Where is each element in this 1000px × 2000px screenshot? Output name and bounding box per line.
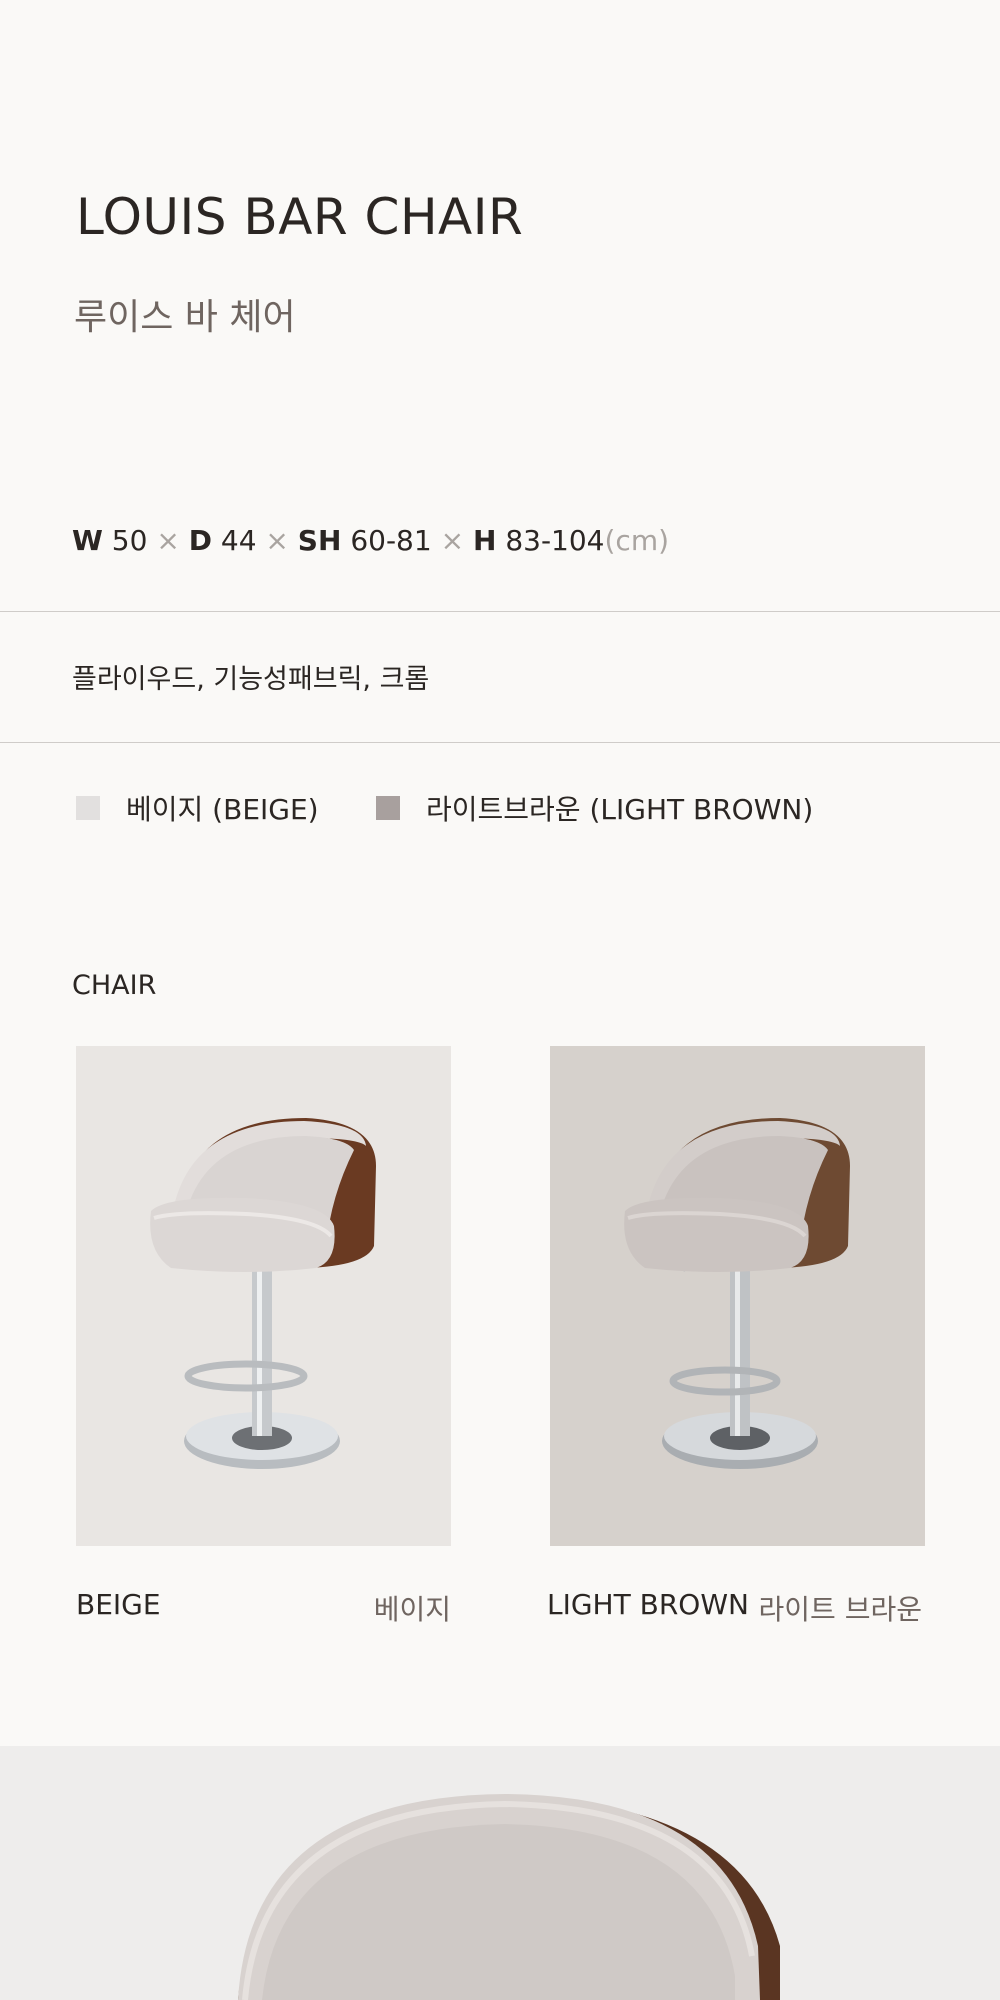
card-name: LIGHT BROWN xyxy=(547,1588,749,1621)
color-option-label: 베이지 (BEIGE) xyxy=(126,793,319,826)
light-brown-swatch xyxy=(376,796,400,820)
depth-label: D xyxy=(188,524,212,557)
seat-height-label: SH xyxy=(297,524,342,557)
beige-chair-photo xyxy=(76,1046,451,1546)
divider xyxy=(0,611,1000,612)
color-option-label: 라이트브라운 (LIGHT BROWN) xyxy=(426,793,814,826)
times-separator: × xyxy=(440,524,465,557)
color-option-light-brown: 라이트브라운 (LIGHT BROWN) xyxy=(376,790,813,826)
chair-backrest-closeup-photo-icon xyxy=(238,1794,780,2000)
materials-text: 플라이우드, 기능성패브릭, 크롬 xyxy=(72,664,430,695)
times-separator: × xyxy=(156,524,180,557)
beige-swatch xyxy=(76,796,100,820)
chair-closeup-section xyxy=(0,1746,1000,2000)
width-value: 50 xyxy=(111,524,148,557)
color-option-beige: 베이지 (BEIGE) xyxy=(76,790,319,826)
height-label: H xyxy=(472,524,497,557)
card-name-korean: 베이지 xyxy=(373,1593,451,1626)
times-separator: × xyxy=(265,524,289,557)
unit-label: (cm) xyxy=(604,524,670,557)
light-brown-bar-chair-photo-icon xyxy=(624,1118,850,1469)
section-label: CHAIR xyxy=(72,970,157,1001)
width-label: W xyxy=(72,524,103,557)
beige-bar-chair-photo-icon xyxy=(150,1118,376,1469)
divider xyxy=(0,742,1000,743)
card-name: BEIGE xyxy=(76,1588,161,1621)
height-value: 83-104 xyxy=(505,524,605,557)
seat-height-value: 60-81 xyxy=(350,524,432,557)
light-brown-chair-photo xyxy=(550,1046,925,1546)
product-title: LOUIS BAR CHAIR xyxy=(76,188,524,246)
dimensions-line: W 50 × D 44 × SH 60-81 × H 83-104(cm) xyxy=(72,524,669,557)
card-name-korean: 라이트 브라운 xyxy=(758,1593,922,1626)
product-subtitle-korean: 루이스 바 체어 xyxy=(74,297,296,338)
depth-value: 44 xyxy=(220,524,257,557)
